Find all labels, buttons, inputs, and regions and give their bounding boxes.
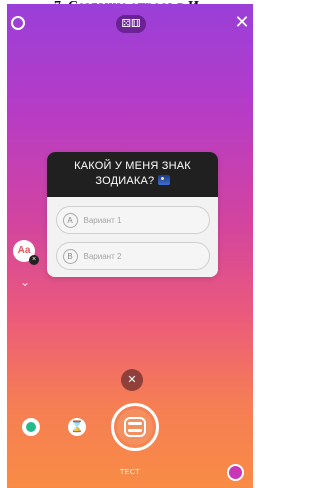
delete-icon[interactable]: ✕	[121, 369, 143, 391]
night-sky-emoji-icon	[157, 175, 170, 185]
quiz-option-a[interactable]: A Вариант 1	[55, 206, 210, 234]
chevron-down-icon[interactable]: ⌄	[20, 276, 30, 288]
quiz-question-line2: ЗОДИАКА?	[95, 175, 155, 187]
dice-icon[interactable]: ⚄⚅	[116, 15, 146, 33]
option-label-a: Вариант 1	[83, 215, 122, 225]
option-letter-b: B	[62, 248, 78, 264]
quiz-sticker[interactable]: КАКОЙ У МЕНЯ ЗНАК ЗОДИАКА? A Вариант 1 B…	[47, 152, 218, 277]
story-editor-screen: ⚄⚅ ✕ КАКОЙ У МЕНЯ ЗНАК ЗОДИАКА? A Вариан…	[7, 4, 253, 488]
quiz-option-b[interactable]: B Вариант 2	[55, 242, 210, 270]
timer-icon[interactable]: ⌛	[68, 418, 86, 436]
quiz-question-line1: КАКОЙ У МЕНЯ ЗНАК	[74, 160, 191, 172]
poll-icon[interactable]	[22, 418, 40, 436]
close-icon[interactable]: ✕	[233, 13, 251, 31]
quiz-options: A Вариант 1 B Вариант 2	[47, 197, 218, 277]
capture-icon[interactable]	[124, 417, 146, 437]
gallery-icon[interactable]	[227, 464, 244, 481]
settings-icon[interactable]	[11, 16, 25, 30]
text-style-close-icon[interactable]: ×	[29, 255, 39, 265]
option-letter-a: A	[62, 212, 78, 228]
option-label-b: Вариант 2	[83, 251, 122, 261]
mode-label[interactable]: ТЕСТ	[7, 469, 253, 476]
quiz-question[interactable]: КАКОЙ У МЕНЯ ЗНАК ЗОДИАКА?	[47, 152, 218, 197]
